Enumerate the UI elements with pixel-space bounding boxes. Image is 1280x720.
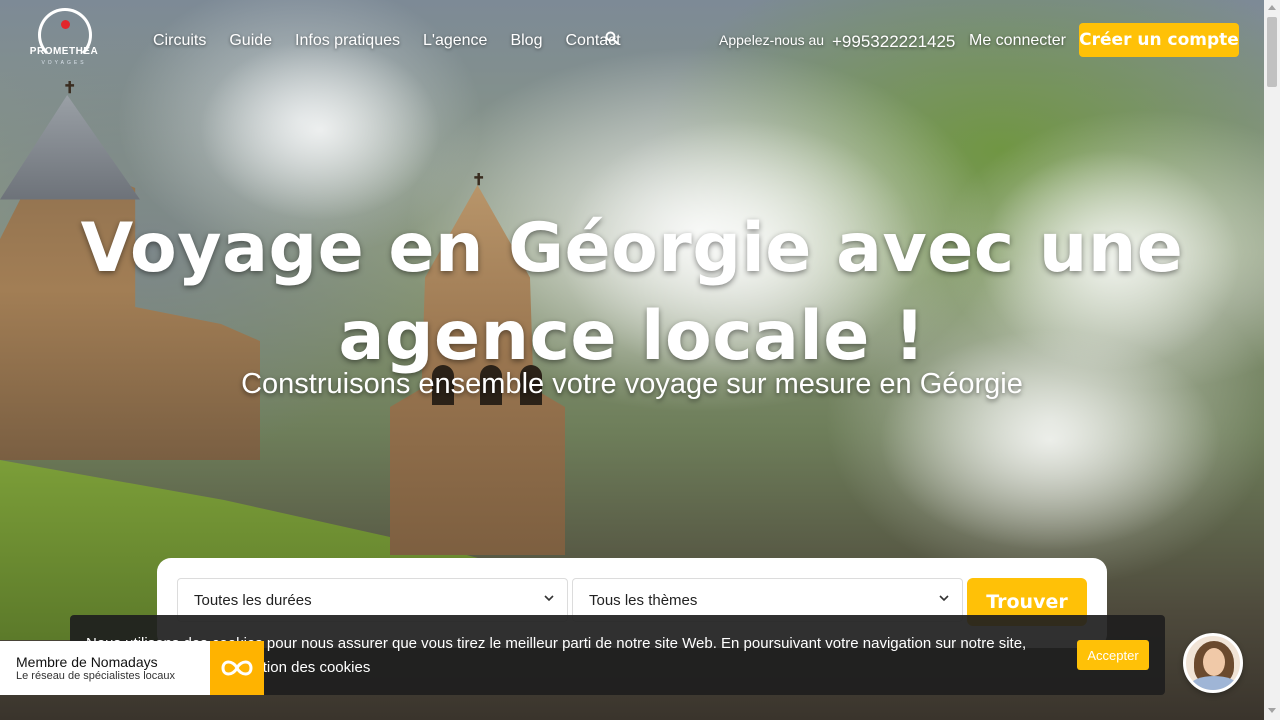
nav-item-infos-pratiques[interactable]: Infos pratiques xyxy=(295,32,400,50)
signup-button[interactable]: Créer un compte xyxy=(1079,23,1239,57)
nomadays-logo-icon xyxy=(210,641,264,695)
brand-logo[interactable]: PROMETHEA VOYAGES xyxy=(22,8,106,72)
brand-tagline: VOYAGES xyxy=(41,60,87,66)
main-nav: Circuits Guide Infos pratiques L'agence … xyxy=(153,32,644,50)
accept-cookies-button[interactable]: Accepter xyxy=(1077,640,1149,670)
nav-item-blog[interactable]: Blog xyxy=(510,32,542,50)
nav-item-agence[interactable]: L'agence xyxy=(423,32,487,50)
badge-title: Membre de Nomadays xyxy=(16,654,158,670)
call-label: Appelez-nous au xyxy=(719,32,825,48)
hero-subtitle: Construisons ensemble votre voyage sur m… xyxy=(241,368,1023,400)
site-header: PROMETHEA VOYAGES Circuits Guide Infos p… xyxy=(0,0,1264,84)
scroll-down-icon[interactable] xyxy=(1268,708,1276,713)
nomadays-badge[interactable]: Membre de Nomadays Le réseau de spéciali… xyxy=(0,641,264,695)
hero-title: Voyage en Géorgie avec une agence locale… xyxy=(80,209,1184,376)
login-link[interactable]: Me connecter xyxy=(969,32,1066,50)
scroll-up-icon[interactable] xyxy=(1268,5,1276,10)
duration-select-value: Toutes les durées xyxy=(194,592,312,609)
badge-subtitle: Le réseau de spécialistes locaux xyxy=(16,670,175,682)
scroll-thumb[interactable] xyxy=(1267,17,1277,87)
nav-item-circuits[interactable]: Circuits xyxy=(153,32,206,50)
page-scrollbar[interactable] xyxy=(1264,0,1280,720)
chevron-down-icon xyxy=(938,591,950,603)
theme-select-value: Tous les thèmes xyxy=(589,592,698,609)
search-icon[interactable] xyxy=(605,31,619,45)
chat-agent-avatar[interactable] xyxy=(1183,633,1243,693)
brand-name: PROMETHEA xyxy=(29,46,99,57)
phone-number[interactable]: +995322221425 xyxy=(832,32,955,52)
chevron-down-icon xyxy=(543,591,555,603)
nav-item-guide[interactable]: Guide xyxy=(229,32,272,50)
